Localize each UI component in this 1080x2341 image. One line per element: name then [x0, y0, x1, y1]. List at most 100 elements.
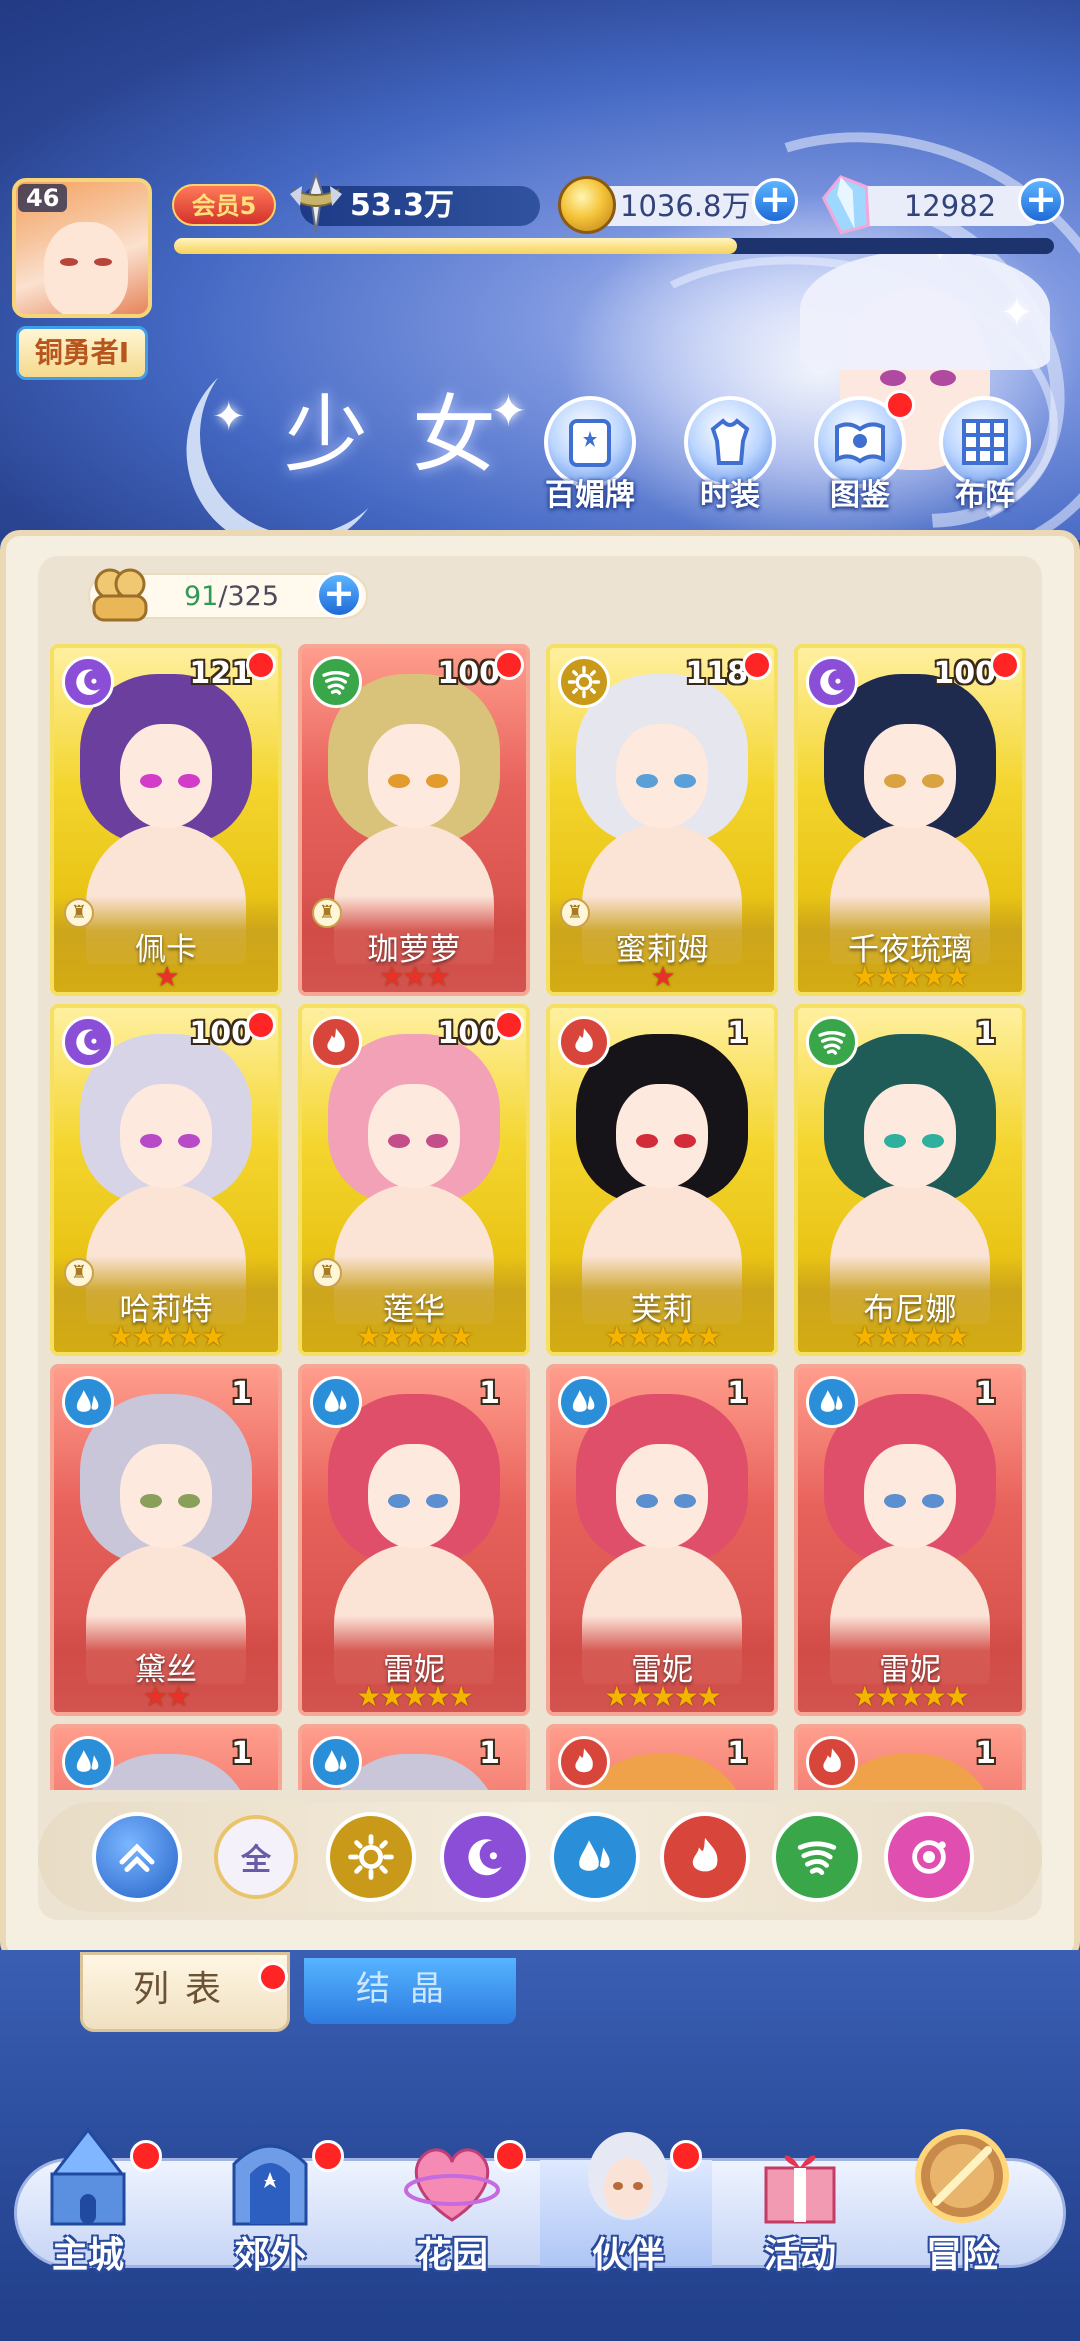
nav-compass[interactable]: 冒险 — [882, 2118, 1042, 2278]
heart-garden-icon — [402, 2124, 502, 2234]
nav-label: 花园 — [415, 2235, 488, 2276]
water-element-icon[interactable] — [550, 1812, 640, 1902]
nav-heart-garden[interactable]: 花园 — [372, 2118, 532, 2278]
star-icon: ★ — [944, 960, 970, 993]
wind-element-icon — [310, 656, 362, 708]
star-icon: ★ — [852, 1680, 877, 1713]
character-level: 100 — [437, 656, 500, 691]
character-card[interactable]: 1 — [50, 1724, 282, 1790]
top-button-label: 百媚牌 — [545, 478, 635, 513]
nav-label: 郊外 — [233, 2235, 306, 2276]
nav-gift-box[interactable]: 活动 — [720, 2118, 880, 2278]
badge-dot — [990, 650, 1020, 680]
star-icon: ★ — [604, 1320, 629, 1353]
character-card[interactable]: 1 雷妮 ★★★★★ — [298, 1364, 530, 1716]
nav-label: 主城 — [51, 2235, 124, 2276]
gold-coin-icon — [558, 176, 616, 234]
star-rating: ★★★ — [302, 962, 526, 992]
star-icon: ★ — [402, 1680, 427, 1713]
character-card[interactable]: 1 — [546, 1724, 778, 1790]
character-card[interactable]: 121 ♜ 佩卡 ★ — [50, 644, 282, 996]
nav-gate[interactable]: 郊外 — [190, 2118, 350, 2278]
star-icon: ★ — [650, 960, 675, 993]
star-rating: ★★★★★ — [54, 1322, 278, 1352]
gate-icon — [220, 2124, 320, 2234]
fire-element-icon — [310, 1016, 362, 1068]
star-icon: ★ — [154, 960, 179, 993]
character-card[interactable]: 100 ♜ 珈萝萝 ★★★ — [298, 644, 530, 996]
character-card[interactable]: 1 芙莉 ★★★★★ — [546, 1004, 778, 1356]
character-card[interactable]: 100 千夜琉璃 ★★★★★ — [794, 644, 1026, 996]
star-icon: ★ — [944, 1320, 970, 1353]
character-level: 1 — [975, 1016, 996, 1051]
moon-element-icon[interactable] — [440, 1812, 530, 1902]
roster-count-max: /325 — [218, 581, 279, 612]
tab-crystal[interactable]: 结晶 — [304, 1958, 516, 2024]
moon-element-icon — [62, 656, 114, 708]
star-icon: ★ — [604, 1680, 629, 1713]
character-level: 1 — [975, 1736, 996, 1771]
character-card[interactable]: 1 — [794, 1724, 1026, 1790]
nav-castle[interactable]: 主城 — [8, 2118, 168, 2278]
star-rating: ★ — [550, 962, 774, 992]
partner-portrait-icon — [578, 2124, 678, 2234]
top-button-1[interactable]: 时装 — [675, 396, 785, 514]
character-card[interactable]: 1 雷妮 ★★★★★ — [546, 1364, 778, 1716]
nav-label: 冒险 — [925, 2235, 998, 2276]
fire-element-icon — [558, 1736, 610, 1788]
tab-list[interactable]: 列表 — [80, 1952, 290, 2032]
character-card[interactable]: 1 — [298, 1724, 530, 1790]
star-rating: ★★ — [54, 1682, 278, 1712]
add-gold-button[interactable]: + — [752, 178, 798, 224]
star-icon: ★ — [852, 960, 877, 993]
character-level: 1 — [727, 1016, 748, 1051]
star-icon: ★ — [875, 960, 900, 993]
nav-partner-portrait[interactable]: 伙伴 — [548, 2118, 708, 2278]
fire-element-icon — [806, 1736, 858, 1788]
all-icon[interactable]: 全 — [214, 1815, 298, 1899]
fire-element-icon[interactable] — [660, 1812, 750, 1902]
character-card[interactable]: 1 黛丝 ★★ — [50, 1364, 282, 1716]
star-icon: ★ — [131, 1320, 156, 1353]
sun-element-icon[interactable] — [326, 1812, 416, 1902]
star-icon: ★ — [448, 1680, 474, 1713]
star-icon: ★ — [921, 960, 947, 993]
arcane-element-icon[interactable] — [884, 1812, 974, 1902]
nav-label: 活动 — [763, 2235, 836, 2276]
star-icon: ★ — [627, 1320, 652, 1353]
player-avatar[interactable]: 46 — [12, 178, 152, 318]
star-icon: ★ — [425, 1680, 451, 1713]
character-card[interactable]: 1 布尼娜 ★★★★★ — [794, 1004, 1026, 1356]
top-button-0[interactable]: 百媚牌 — [535, 396, 645, 514]
star-icon: ★ — [898, 1320, 923, 1353]
expand-roster-button[interactable]: + — [316, 572, 362, 618]
star-icon: ★ — [402, 1320, 427, 1353]
rank-title-badge[interactable]: 铜勇者I — [16, 326, 148, 380]
star-icon: ★ — [650, 1320, 675, 1353]
character-card[interactable]: 100 ♜ 莲华 ★★★★★ — [298, 1004, 530, 1356]
character-card[interactable]: 118 ♜ 蜜莉姆 ★ — [546, 644, 778, 996]
character-card[interactable]: 100 ♜ 哈莉特 ★★★★★ — [50, 1004, 282, 1356]
wind-element-icon[interactable] — [772, 1812, 862, 1902]
top-button-2[interactable]: 图鉴 — [805, 390, 915, 514]
vip-badge[interactable]: 会员5 — [172, 184, 276, 226]
character-level: 1 — [479, 1736, 500, 1771]
chevron-up-icon[interactable] — [92, 1812, 182, 1902]
add-gem-button[interactable]: + — [1018, 178, 1064, 224]
gem-value: 12982 — [903, 189, 997, 223]
star-icon: ★ — [142, 1680, 168, 1713]
experience-fill — [174, 238, 738, 254]
roster-capacity-icon — [92, 568, 148, 622]
star-icon: ★ — [898, 960, 923, 993]
star-icon: ★ — [425, 960, 451, 993]
star-rating: ★★★★★ — [550, 1682, 774, 1712]
character-level: 1 — [975, 1376, 996, 1411]
star-icon: ★ — [379, 1320, 404, 1353]
water-element-icon — [310, 1376, 362, 1428]
sun-element-icon — [558, 656, 610, 708]
character-card[interactable]: 1 雷妮 ★★★★★ — [794, 1364, 1026, 1716]
star-icon: ★ — [898, 1680, 923, 1713]
star-icon: ★ — [166, 1680, 191, 1713]
star-rating: ★ — [54, 962, 278, 992]
top-button-3[interactable]: 布阵 — [930, 396, 1040, 514]
